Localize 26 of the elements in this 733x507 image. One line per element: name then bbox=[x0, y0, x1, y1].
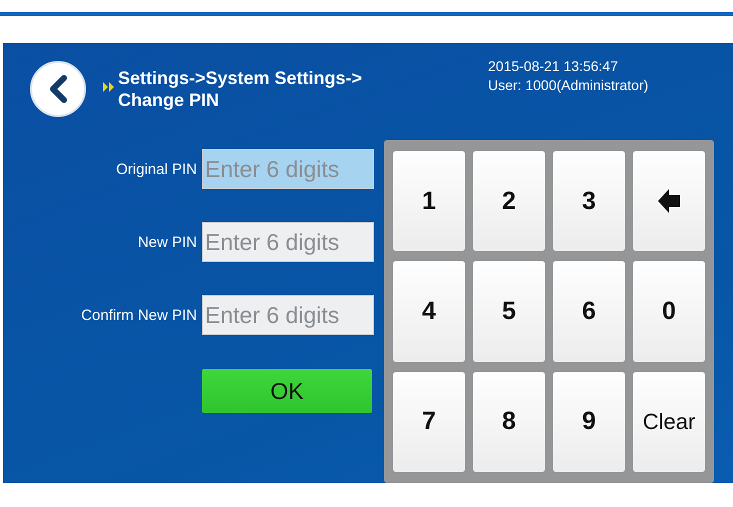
double-arrow-icon bbox=[102, 80, 116, 94]
ok-button[interactable]: OK bbox=[202, 369, 372, 413]
pin-input-field[interactable]: Enter 6 digits bbox=[202, 222, 374, 262]
digit-key[interactable]: 8 bbox=[473, 372, 545, 472]
digit-key[interactable]: 5 bbox=[473, 261, 545, 362]
breadcrumb: Settings->System Settings-> bbox=[118, 67, 364, 89]
digit-key[interactable]: 1 bbox=[393, 151, 465, 252]
date-time: 2015-08-21 13:56:47 bbox=[488, 57, 619, 76]
digit-key[interactable]: 7 bbox=[393, 372, 465, 472]
digit-key[interactable]: 3 bbox=[553, 151, 625, 252]
field-label: New PIN bbox=[138, 234, 197, 250]
chevron-left-icon bbox=[47, 75, 69, 103]
user-info: User: 1000(Administrator) bbox=[488, 76, 648, 95]
digit-key[interactable]: 0 bbox=[633, 261, 705, 362]
page-title: Change PIN bbox=[118, 89, 220, 111]
pin-input-field[interactable]: Enter 6 digits bbox=[202, 295, 374, 335]
pin-input-field[interactable]: Enter 6 digits bbox=[202, 149, 374, 189]
digit-key[interactable]: 9 bbox=[553, 372, 625, 472]
clear-key[interactable]: Clear bbox=[633, 372, 705, 472]
digit-key[interactable]: 6 bbox=[553, 261, 625, 362]
left-arrow-icon bbox=[657, 188, 681, 214]
backspace-key[interactable] bbox=[633, 151, 705, 252]
digit-key[interactable]: 4 bbox=[393, 261, 465, 362]
field-label: Original PIN bbox=[116, 160, 197, 178]
field-label: Confirm New PIN bbox=[81, 306, 197, 324]
digit-key[interactable]: 2 bbox=[473, 151, 545, 252]
